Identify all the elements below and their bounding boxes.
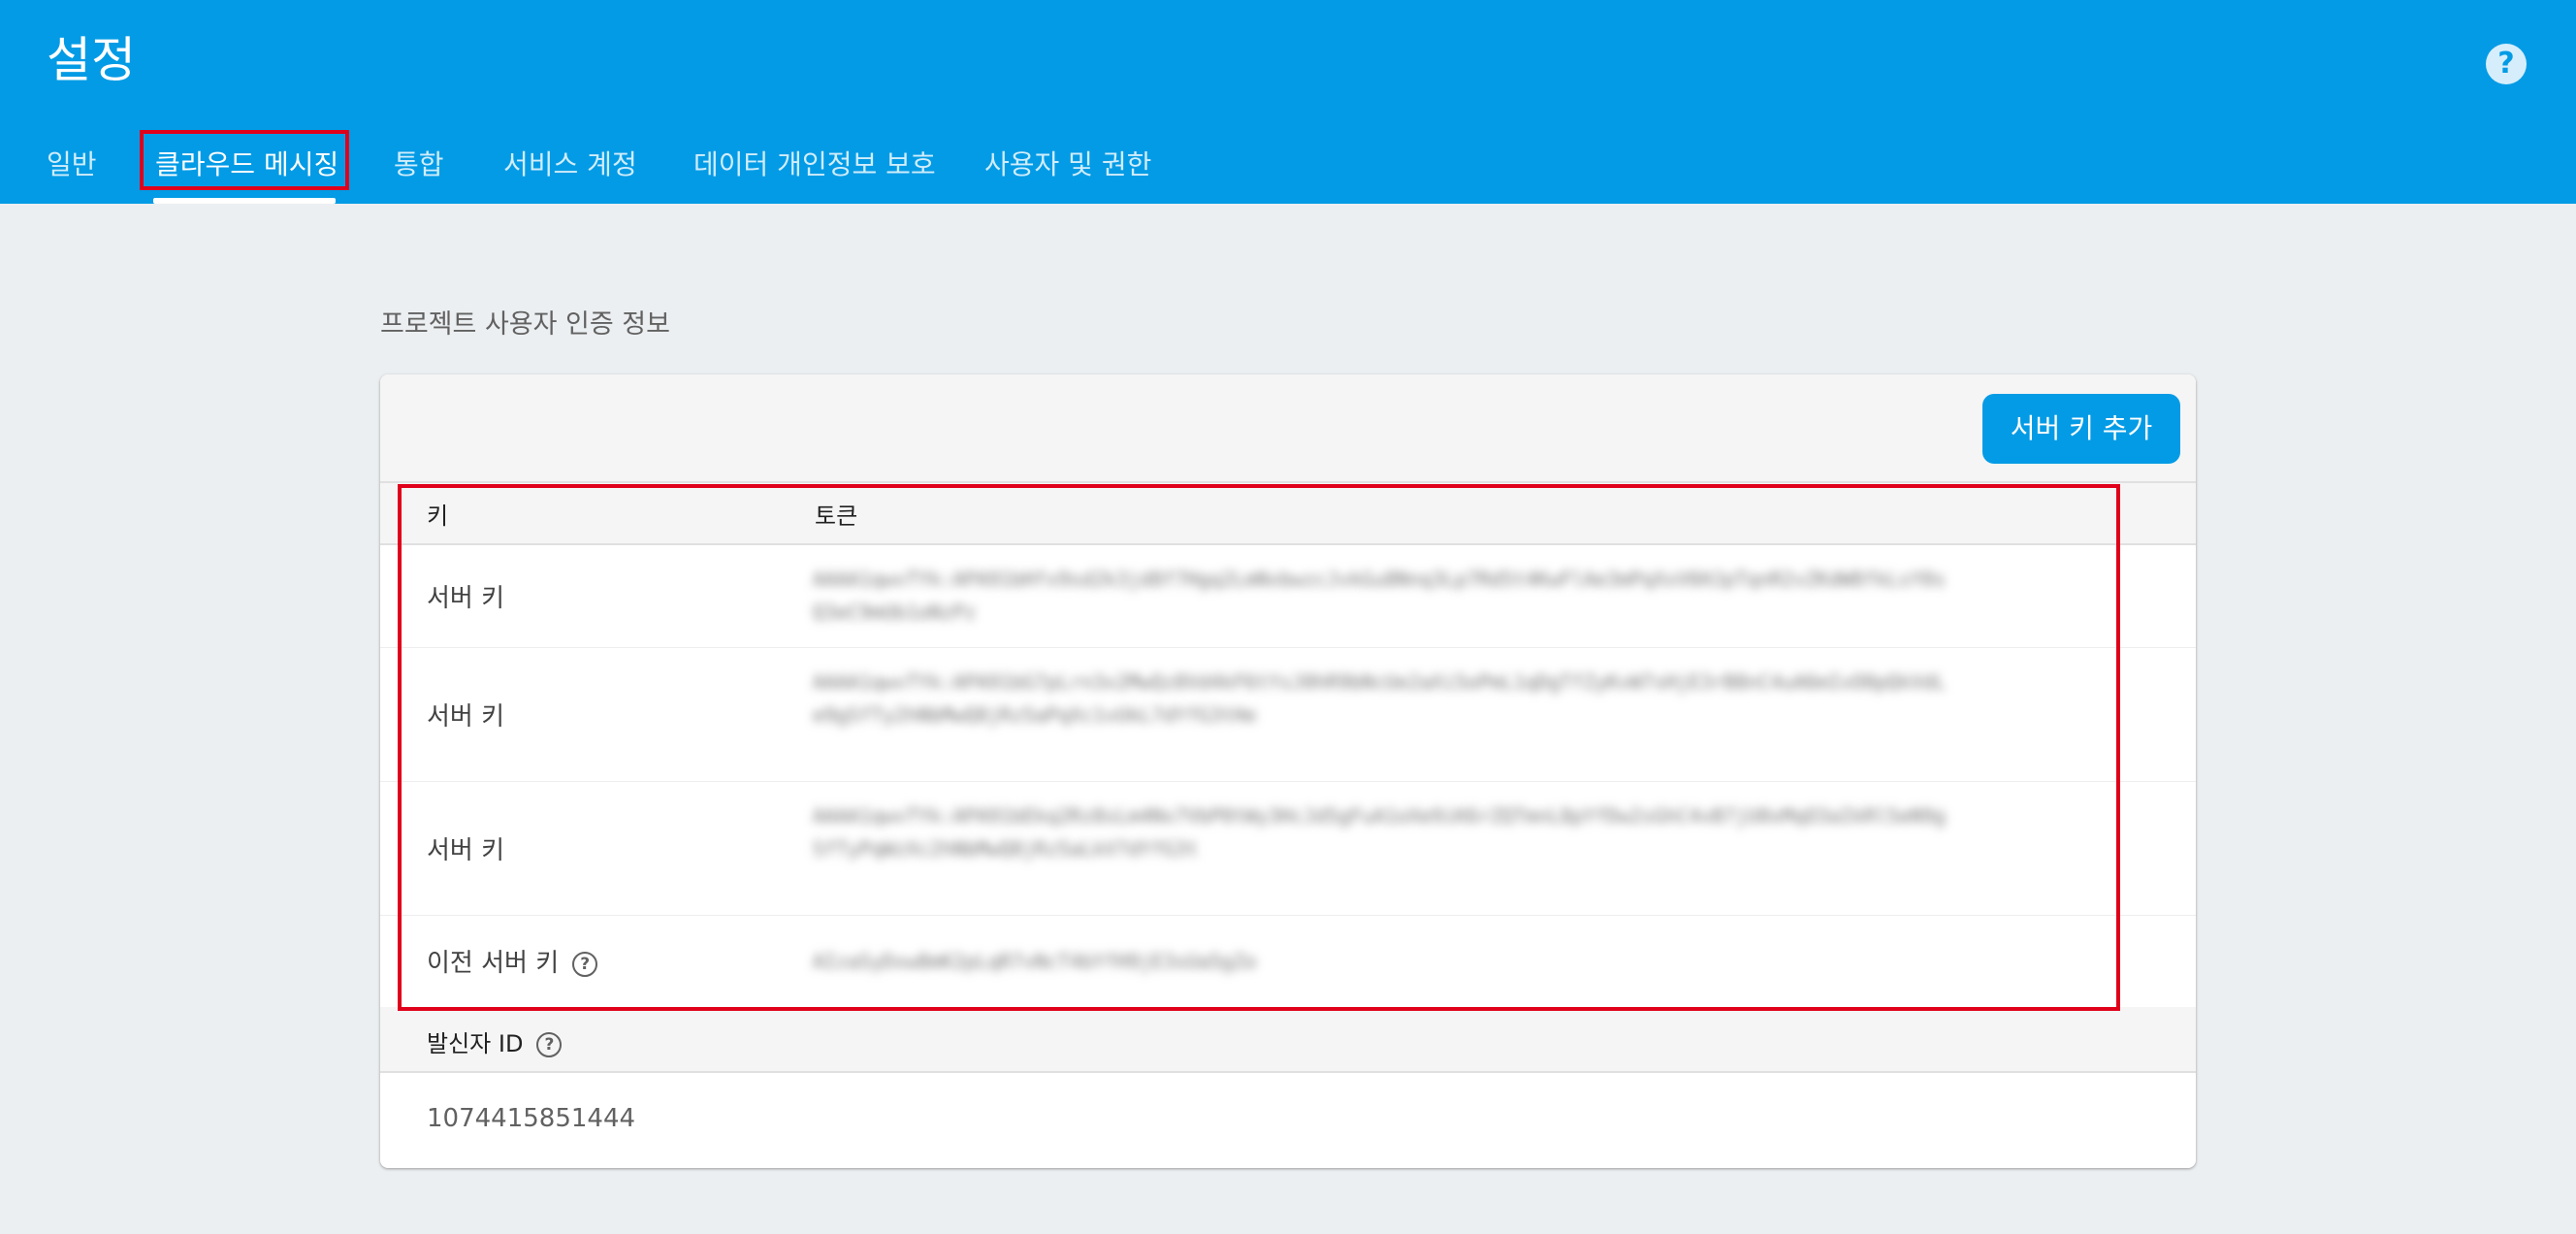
key-label: 서버 키: [427, 584, 505, 613]
table-row: 서버 키 AAAA1qwvTYk:APA91bEkq2Rz8sLm4Nx7VbP…: [380, 782, 2196, 916]
tab-users-permissions[interactable]: 사용자 및 권한: [984, 144, 1151, 182]
token-value[interactable]: AIzaSyDxw8mK2pLqR7vNcT4bYfH9jE3sUa5gZo: [813, 945, 1948, 980]
app-header: 설정 ? 일반 클라우드 메시징 통합 서비스 계정 데이터 개인정보 보호 사…: [0, 0, 2576, 204]
legacy-key-label-wrap: 이전 서버 키?: [427, 943, 598, 979]
token-value[interactable]: AAAA1qwvTYk:APA91bHfx9sd2k3jd8f7Hgq2LmNx…: [813, 563, 1948, 633]
sender-id-value[interactable]: 1074415851444: [427, 1104, 635, 1133]
section-title: 프로젝트 사용자 인증 정보: [380, 309, 670, 340]
question-circle-icon[interactable]: ?: [536, 1032, 563, 1057]
token-value[interactable]: AAAA1qwvTYk:APA91bEkq2Rz8sLm4Nx7VbP0tWy3…: [813, 799, 1948, 900]
tab-highlight-box: [140, 130, 349, 190]
table-row: 이전 서버 키? AIzaSyDxw8mK2pLqR7vNcT4bYfH9jE3…: [380, 916, 2196, 1007]
key-label: 서버 키: [427, 836, 505, 865]
tab-service-accounts[interactable]: 서비스 계정: [503, 144, 637, 182]
add-server-key-button[interactable]: 서버 키 추가: [1982, 394, 2180, 464]
column-header-key: 키: [427, 503, 449, 530]
tab-integrations[interactable]: 통합: [394, 144, 444, 182]
active-tab-indicator: [153, 198, 336, 204]
card-toolbar: 서버 키 추가: [380, 374, 2196, 483]
sender-id-header: 발신자 ID?: [380, 1007, 2196, 1073]
column-header-token: 토큰: [815, 503, 858, 530]
credentials-card: 서버 키 추가 키 토큰 서버 키 AAAA1qwvTYk:APA91bHfx9…: [380, 374, 2196, 1168]
sender-id-label: 발신자 ID: [427, 1030, 524, 1057]
token-value[interactable]: AAAA1qwvTYk:APA91bG7pLrn3x2MwQz8Vd4kF6tY…: [813, 666, 1948, 766]
sender-id-label-wrap: 발신자 ID?: [427, 1024, 563, 1058]
help-icon[interactable]: ?: [2486, 44, 2527, 84]
tab-general[interactable]: 일반: [47, 144, 97, 182]
key-label: 이전 서버 키: [427, 949, 560, 978]
table-header: 키 토큰: [380, 483, 2196, 545]
table-row: 서버 키 AAAA1qwvTYk:APA91bHfx9sd2k3jd8f7Hgq…: [380, 545, 2196, 648]
table-row: 서버 키 AAAA1qwvTYk:APA91bG7pLrn3x2MwQz8Vd4…: [380, 648, 2196, 782]
page-title: 설정: [47, 32, 136, 88]
tab-data-privacy[interactable]: 데이터 개인정보 보호: [693, 144, 936, 182]
key-label: 서버 키: [427, 702, 505, 731]
question-circle-icon[interactable]: ?: [572, 951, 598, 977]
